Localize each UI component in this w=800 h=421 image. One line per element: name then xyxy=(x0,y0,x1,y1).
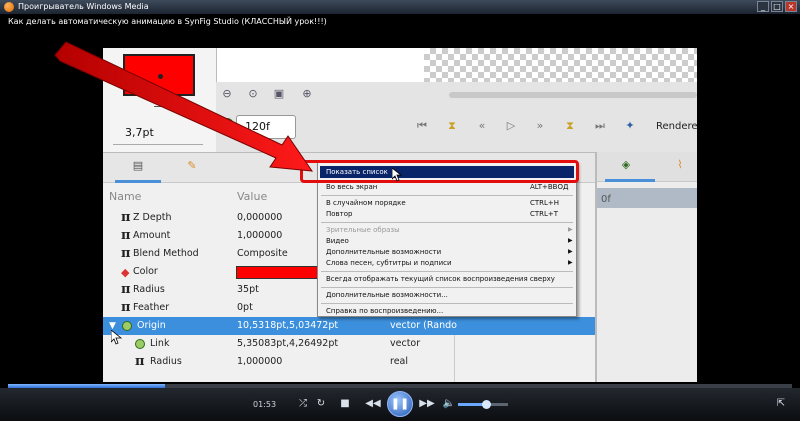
volume-knob[interactable] xyxy=(481,400,491,409)
pause-icon: ❚❚ xyxy=(390,397,410,410)
elapsed-time: 01:53 xyxy=(253,400,277,409)
shuffle-icon[interactable]: ⤮ xyxy=(296,397,310,411)
volume-slider[interactable] xyxy=(458,400,508,409)
repeat-icon[interactable]: ↻ xyxy=(314,397,328,411)
mouse-cursor-icon xyxy=(392,168,402,182)
mouse-cursor-icon xyxy=(111,330,123,345)
annotation-arrow xyxy=(54,41,314,172)
next-icon[interactable]: ▶▶ xyxy=(418,397,436,411)
pause-button[interactable]: ❚❚ xyxy=(387,391,413,417)
switch-to-library-icon[interactable]: ⇱ xyxy=(774,397,788,411)
media-player-window: Проигрыватель Windows Media _ □ × Как де… xyxy=(0,0,800,421)
stop-icon[interactable]: ■ xyxy=(338,397,352,411)
player-controls: 01:53 ⤮ ↻ ■ ◀◀ ❚❚ ▶▶ 🔈 ⇱ xyxy=(0,388,800,421)
volume-icon[interactable]: 🔈 xyxy=(442,397,456,411)
previous-icon[interactable]: ◀◀ xyxy=(364,397,382,411)
